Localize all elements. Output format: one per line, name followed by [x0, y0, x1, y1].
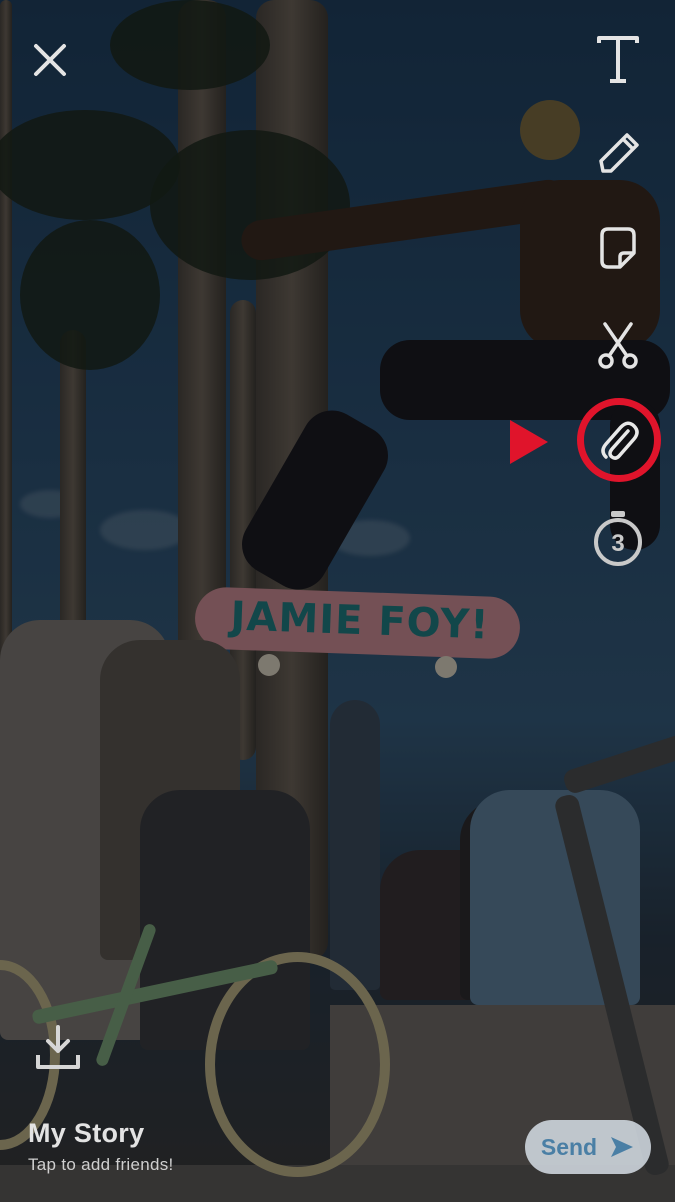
paperclip-icon	[601, 421, 639, 460]
story-title: My Story	[28, 1118, 145, 1148]
close-icon	[34, 44, 66, 76]
sticker-button[interactable]	[592, 222, 644, 274]
close-button[interactable]	[28, 38, 72, 82]
text-tool-button[interactable]	[592, 32, 644, 88]
my-story-target[interactable]: My Story Tap to add friends!	[28, 1118, 174, 1175]
timer-value: 3	[611, 530, 624, 557]
highlight-arrow	[510, 420, 548, 464]
pencil-button[interactable]	[592, 128, 644, 180]
dark-overlay	[0, 0, 675, 1202]
timer-icon: 3	[594, 511, 642, 566]
text-tool-icon	[597, 36, 639, 83]
snap-preview-screen: JAMIE FOY! 3 My Story Tap to add friends…	[0, 0, 675, 1202]
sticker-icon	[600, 227, 636, 269]
scissors-button[interactable]	[592, 320, 644, 372]
send-button[interactable]: Send	[525, 1120, 651, 1174]
download-icon	[36, 1025, 80, 1069]
attach-link-button[interactable]	[577, 398, 661, 482]
story-subtitle: Tap to add friends!	[28, 1155, 174, 1174]
timer-button[interactable]: 3	[590, 508, 646, 568]
download-button[interactable]	[32, 1022, 84, 1072]
send-label: Send	[540, 1133, 598, 1160]
scissors-icon	[598, 322, 638, 369]
send-arrow-icon	[611, 1137, 634, 1157]
pencil-icon	[599, 133, 639, 173]
